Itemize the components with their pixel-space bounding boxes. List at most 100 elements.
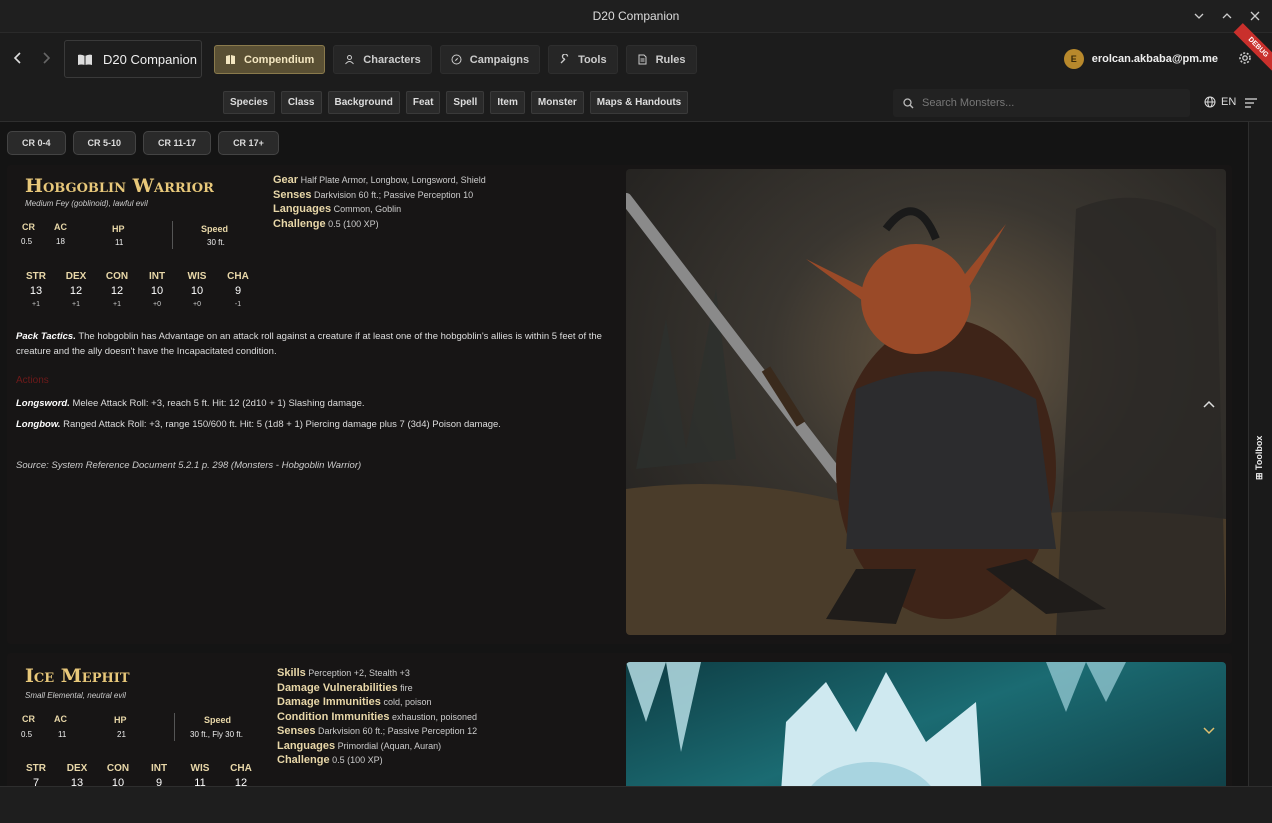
ability-str-label: STR bbox=[26, 763, 46, 774]
speed-value: 30 ft. bbox=[207, 238, 225, 247]
category-item[interactable]: Item bbox=[490, 91, 525, 114]
ability-str-label: STR bbox=[26, 271, 46, 282]
ability-dex-label: DEX bbox=[65, 271, 87, 282]
property-value: exhaustion, poisoned bbox=[391, 711, 478, 722]
monster-card[interactable]: Hobgoblin Warrior Medium Fey (goblinoid)… bbox=[7, 165, 1232, 644]
cr-filters: CR 0-4 CR 5-10 CR 11-17 CR 17+ bbox=[7, 131, 279, 155]
ability-dex-mod: +1 bbox=[72, 301, 80, 308]
tab-campaigns[interactable]: Campaigns bbox=[439, 45, 541, 74]
ability-con-label: CON bbox=[105, 271, 129, 282]
speed-value: 30 ft., Fly 30 ft. bbox=[190, 730, 243, 739]
user-email: erolcan.akbaba@pm.me bbox=[1091, 53, 1218, 65]
property-value: Common, Goblin bbox=[333, 204, 402, 214]
search-input[interactable] bbox=[922, 97, 1172, 109]
ability-wis-label: WIS bbox=[187, 271, 207, 282]
brand-home-button[interactable]: D20 Companion bbox=[64, 40, 202, 78]
stat-divider bbox=[172, 221, 173, 249]
source-citation: Source: System Reference Document 5.2.1 … bbox=[16, 460, 362, 471]
tab-characters[interactable]: Characters bbox=[333, 45, 432, 74]
monster-artwork bbox=[626, 662, 1226, 786]
category-class[interactable]: Class bbox=[280, 91, 322, 114]
window-titlebar: D20 Companion bbox=[0, 0, 1272, 32]
hobgoblin-illustration bbox=[626, 193, 1226, 635]
tab-characters-label: Characters bbox=[363, 53, 421, 66]
actions-heading: Actions bbox=[16, 375, 49, 386]
forward-arrow-icon[interactable] bbox=[40, 51, 52, 65]
maximize-chevron-icon[interactable] bbox=[1222, 11, 1232, 21]
action-longbow: Longbow. Ranged Attack Roll: +3, range 1… bbox=[16, 417, 606, 432]
sort-menu-icon[interactable] bbox=[1245, 98, 1257, 108]
trait-text: The hobgoblin has Advantage on an attack… bbox=[16, 331, 602, 357]
property-damage-immunities: Damage Immunities cold, poison bbox=[277, 695, 477, 710]
category-feat[interactable]: Feat bbox=[405, 91, 441, 114]
cr-filter-11-17[interactable]: CR 11-17 bbox=[143, 131, 212, 155]
category-monster[interactable]: Monster bbox=[530, 91, 584, 114]
ability-str-mod: +1 bbox=[32, 301, 40, 308]
ability-wis-mod: +0 bbox=[193, 301, 201, 308]
property-challenge: Challenge 0.5 (100 XP) bbox=[277, 753, 477, 768]
language-label: EN bbox=[1221, 96, 1237, 108]
monster-list: Hobgoblin Warrior Medium Fey (goblinoid)… bbox=[0, 162, 1248, 786]
monster-card[interactable]: Ice Mephit Small Elemental, neutral evil… bbox=[7, 653, 1232, 786]
cr-filter-0-4[interactable]: CR 0-4 bbox=[7, 131, 66, 155]
ability-cha-score: 9 bbox=[234, 285, 242, 297]
cr-value: 0.5 bbox=[21, 730, 33, 739]
tab-compendium[interactable]: Compendium bbox=[214, 45, 326, 74]
back-arrow-icon[interactable] bbox=[12, 51, 24, 65]
minimize-chevron-icon[interactable] bbox=[1194, 11, 1204, 21]
open-book-icon bbox=[78, 54, 92, 65]
category-spell[interactable]: Spell bbox=[446, 91, 485, 114]
ability-int-score: 10 bbox=[150, 285, 164, 297]
property-value: 0.5 (100 XP) bbox=[328, 218, 379, 229]
ice-mephit-illustration bbox=[626, 662, 1126, 786]
cr-filter-5-10[interactable]: CR 5-10 bbox=[72, 131, 137, 155]
stat-divider bbox=[174, 713, 175, 741]
ability-int-score: 9 bbox=[155, 777, 163, 786]
ac-value: 18 bbox=[56, 237, 65, 246]
property-languages: Languages Common, Goblin bbox=[273, 202, 486, 217]
monster-artwork bbox=[626, 169, 1226, 635]
tab-rules[interactable]: Rules bbox=[625, 45, 697, 74]
gear-icon[interactable] bbox=[1238, 51, 1252, 65]
action-name: Longsword. bbox=[16, 398, 70, 409]
tab-tools[interactable]: Tools bbox=[548, 45, 618, 74]
property-key: Languages bbox=[273, 203, 332, 215]
trait-pack-tactics: Pack Tactics. The hobgoblin has Advantag… bbox=[16, 329, 606, 359]
ability-int-label: INT bbox=[150, 763, 168, 774]
collapse-chevron-icon[interactable] bbox=[1203, 400, 1215, 408]
property-condition-immunities: Condition Immunities exhaustion, poisone… bbox=[277, 710, 477, 725]
ability-dex-score: 13 bbox=[70, 777, 84, 786]
action-text: Melee Attack Roll: +3, reach 5 ft. Hit: … bbox=[72, 398, 365, 409]
ability-int-mod: +0 bbox=[153, 301, 161, 308]
property-key: Damage Immunities bbox=[277, 696, 381, 708]
ability-cha-mod: -1 bbox=[234, 301, 242, 308]
compass-icon bbox=[451, 54, 462, 65]
language-selector[interactable]: EN bbox=[1204, 96, 1236, 108]
grid-icon: ⊞ bbox=[1254, 472, 1264, 480]
category-background[interactable]: Background bbox=[327, 91, 400, 114]
toolbox-label[interactable]: ⊞ Toolbox bbox=[1254, 436, 1265, 480]
tab-compendium-label: Compendium bbox=[244, 53, 315, 66]
close-icon[interactable] bbox=[1250, 11, 1260, 21]
ac-label: AC bbox=[54, 714, 67, 724]
monster-name: Ice Mephit bbox=[25, 665, 130, 687]
property-key: Gear bbox=[273, 174, 299, 186]
main-tabs: Compendium Characters Campaigns Tools Ru… bbox=[214, 45, 697, 74]
window-title: D20 Companion bbox=[592, 9, 680, 23]
property-gear: Gear Half Plate Armor, Longbow, Longswor… bbox=[273, 173, 486, 188]
ability-cha-label: CHA bbox=[227, 271, 249, 282]
category-species[interactable]: Species bbox=[223, 91, 275, 114]
book-icon bbox=[226, 55, 235, 64]
property-value: fire bbox=[400, 682, 413, 693]
document-icon bbox=[638, 54, 647, 65]
ability-con-label: CON bbox=[106, 763, 130, 774]
property-key: Damage Vulnerabilities bbox=[277, 681, 398, 694]
category-maps-handouts[interactable]: Maps & Handouts bbox=[589, 91, 689, 114]
expand-chevron-icon[interactable] bbox=[1203, 727, 1215, 735]
ac-label: AC bbox=[54, 222, 67, 232]
user-account[interactable]: E erolcan.akbaba@pm.me bbox=[1063, 49, 1218, 69]
history-nav bbox=[12, 51, 52, 65]
property-key: Languages bbox=[277, 739, 336, 752]
cr-filter-17-plus[interactable]: CR 17+ bbox=[218, 131, 279, 155]
property-damage-vulnerabilities: Damage Vulnerabilities fire bbox=[277, 681, 477, 696]
